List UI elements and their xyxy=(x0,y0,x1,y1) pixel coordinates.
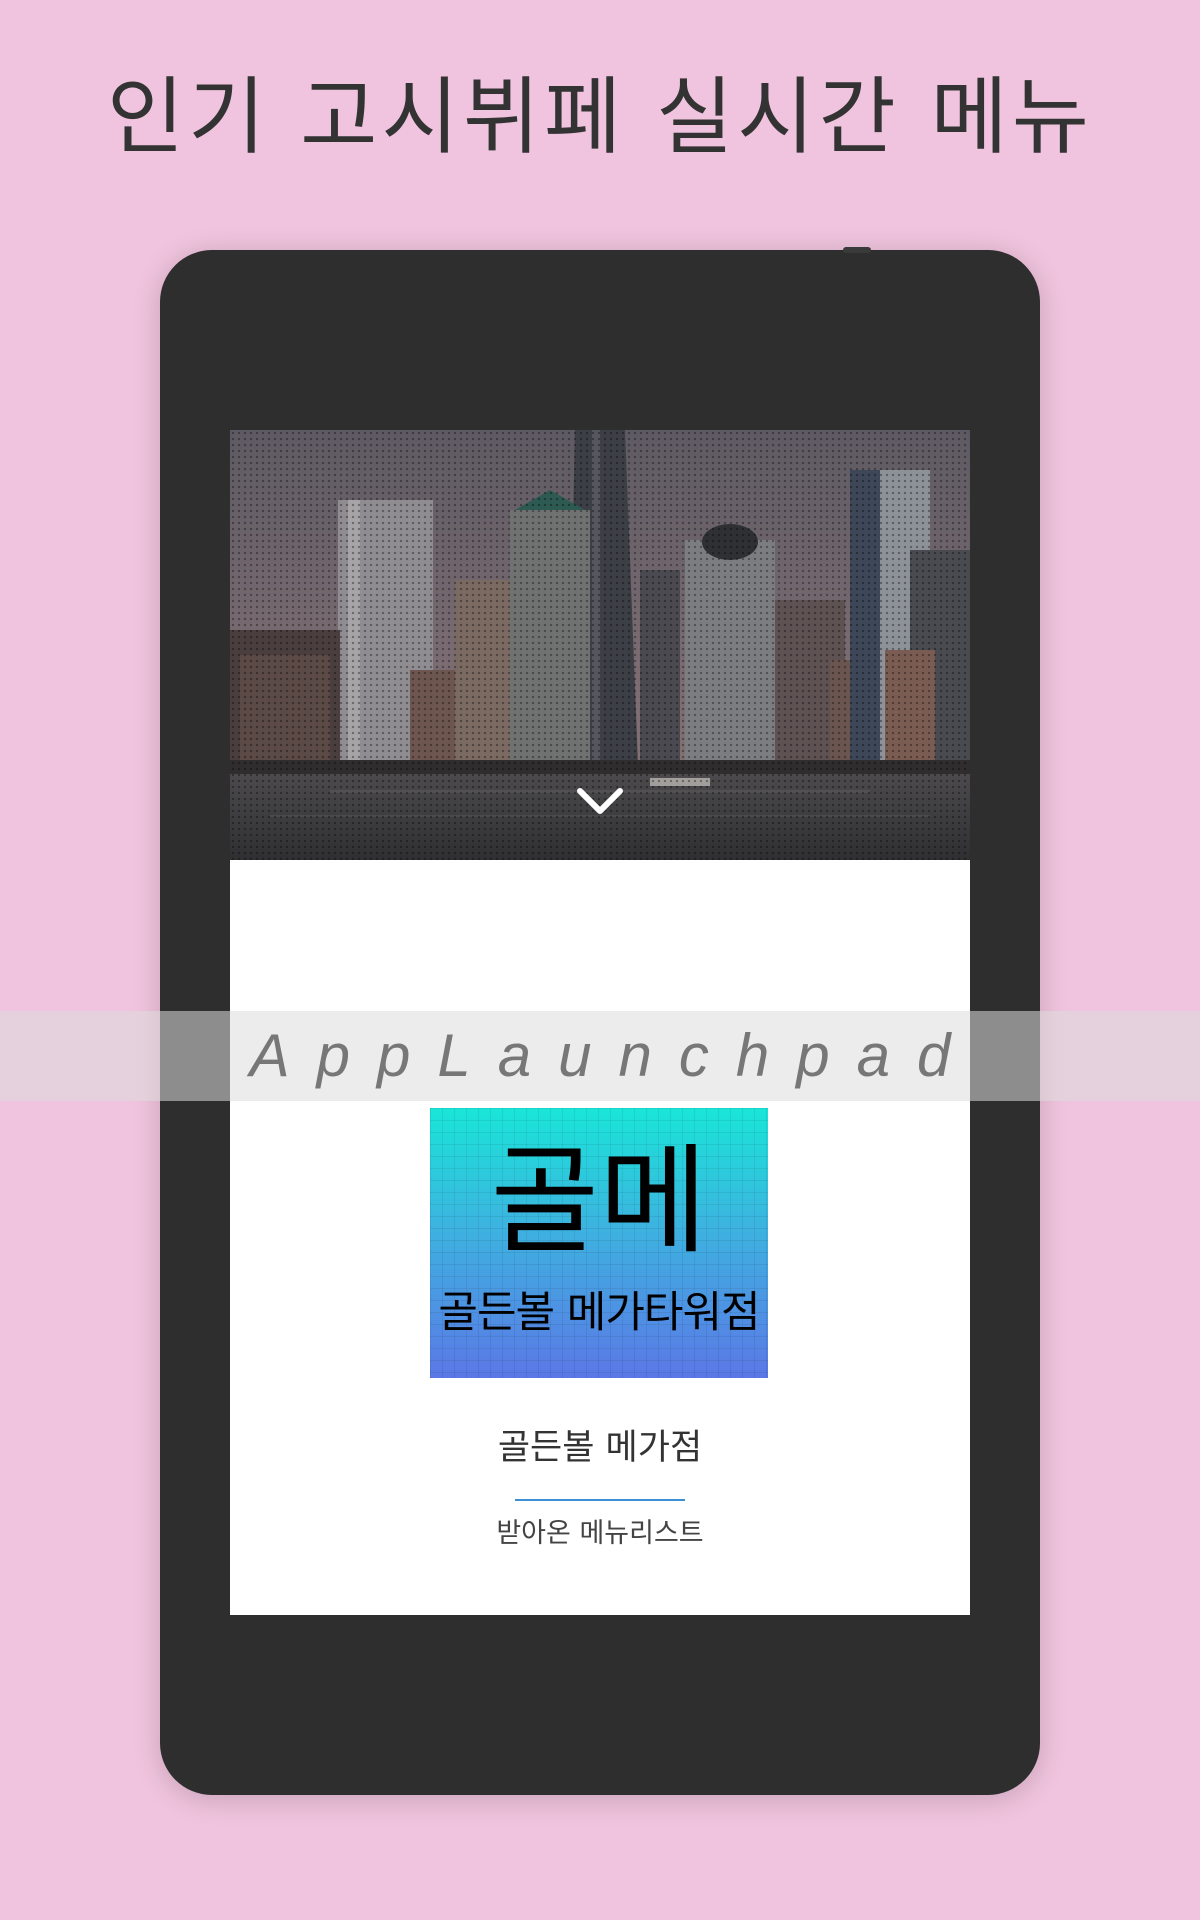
chevron-down-icon[interactable] xyxy=(575,785,625,819)
logo-sub-text: 골든볼 메가타워점 xyxy=(438,1288,760,1338)
watermark-band: AppLaunchpad xyxy=(0,1011,1200,1101)
logo-main-text: 골메 xyxy=(490,1132,708,1270)
store-name: 골든볼 메가점 xyxy=(497,1428,703,1468)
watermark-text: AppLaunchpad xyxy=(249,1022,978,1089)
promo-headline: 인기 고시뷔페 실시간 메뉴 xyxy=(106,68,1094,166)
divider-line xyxy=(515,1499,685,1501)
app-logo: 골메 골든볼 메가타워점 xyxy=(430,1108,768,1378)
menu-list-link[interactable]: 받아온 메뉴리스트 xyxy=(230,1516,970,1552)
hero-city-image xyxy=(230,430,970,860)
device-camera xyxy=(843,247,871,253)
